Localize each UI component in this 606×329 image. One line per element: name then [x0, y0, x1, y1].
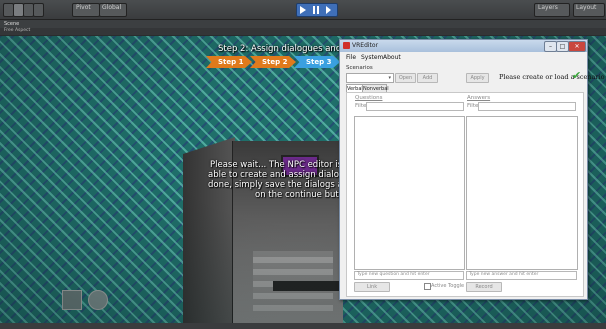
step-3-badge: Step 3 — [294, 56, 340, 68]
chevron-down-icon: ▾ — [388, 75, 391, 81]
room-floor — [253, 251, 333, 311]
apply-button[interactable]: Apply — [466, 73, 489, 83]
add-button[interactable]: Add — [417, 73, 438, 83]
questions-label: Questions — [355, 95, 383, 101]
global-label: Global — [102, 4, 122, 11]
answers-filter-input[interactable] — [478, 102, 576, 111]
new-answer-placeholder: Type new answer and hit enter — [469, 272, 539, 277]
window-title: VREditor — [352, 42, 379, 49]
checkmark-icon: ✔ — [572, 69, 582, 82]
vreditor-window: VREditor – □ ✕ File System About Scenari… — [339, 39, 605, 300]
eye-icon[interactable] — [88, 290, 108, 310]
layout-label: Layout — [576, 4, 597, 11]
new-answer-input[interactable]: Type new answer and hit enter — [466, 271, 577, 280]
pause-icon[interactable] — [313, 6, 315, 14]
questions-list[interactable] — [354, 116, 465, 270]
layers-label: Layers — [538, 4, 558, 11]
new-question-input[interactable]: Type new question and hit enter — [354, 271, 464, 280]
step-1-badge: Step 1 — [206, 56, 252, 68]
link-button[interactable]: Link — [354, 282, 390, 292]
close-button[interactable]: ✕ — [568, 41, 586, 52]
status-bar — [0, 323, 606, 329]
menu-bar: File System About — [340, 53, 587, 62]
scene-tab[interactable]: Scene — [4, 21, 19, 27]
scene-view-options: Free Aspect — [0, 28, 606, 35]
open-button[interactable]: Open — [395, 73, 416, 83]
answers-list[interactable] — [466, 116, 578, 270]
scene-gizmo-icons — [62, 290, 118, 314]
scenarios-label: Scenarios — [346, 65, 373, 71]
aspect-dropdown[interactable]: Free Aspect — [4, 28, 30, 33]
active-toggle-checkbox[interactable] — [424, 283, 431, 290]
record-button[interactable]: Record — [466, 282, 502, 292]
status-message: Please create or load a scenario — [499, 73, 605, 81]
answers-label: Answers — [467, 95, 491, 101]
scale-tool-icon[interactable] — [33, 3, 44, 17]
pivot-label: Pivot — [76, 4, 91, 11]
step-icon[interactable] — [326, 6, 331, 14]
window-titlebar[interactable]: VREditor – □ ✕ — [340, 40, 587, 52]
play-controls[interactable] — [296, 3, 338, 17]
camera-icon[interactable] — [62, 290, 82, 310]
unity-toolbar: Pivot Global Layers Layout — [0, 0, 606, 20]
menu-system[interactable]: System — [361, 54, 383, 61]
room-desk — [273, 281, 339, 291]
menu-file[interactable]: File — [346, 54, 356, 61]
active-toggle-label: Active Toggle — [431, 283, 465, 289]
pause-icon-bar — [317, 6, 319, 14]
new-question-placeholder: Type new question and hit enter — [357, 272, 430, 277]
step-2-badge: Step 2 — [250, 56, 296, 68]
play-icon[interactable] — [300, 6, 306, 14]
app-icon — [343, 42, 350, 49]
questions-filter-input[interactable] — [366, 102, 464, 111]
scenario-dropdown[interactable]: ▾ — [346, 73, 394, 83]
menu-about[interactable]: About — [383, 54, 401, 61]
